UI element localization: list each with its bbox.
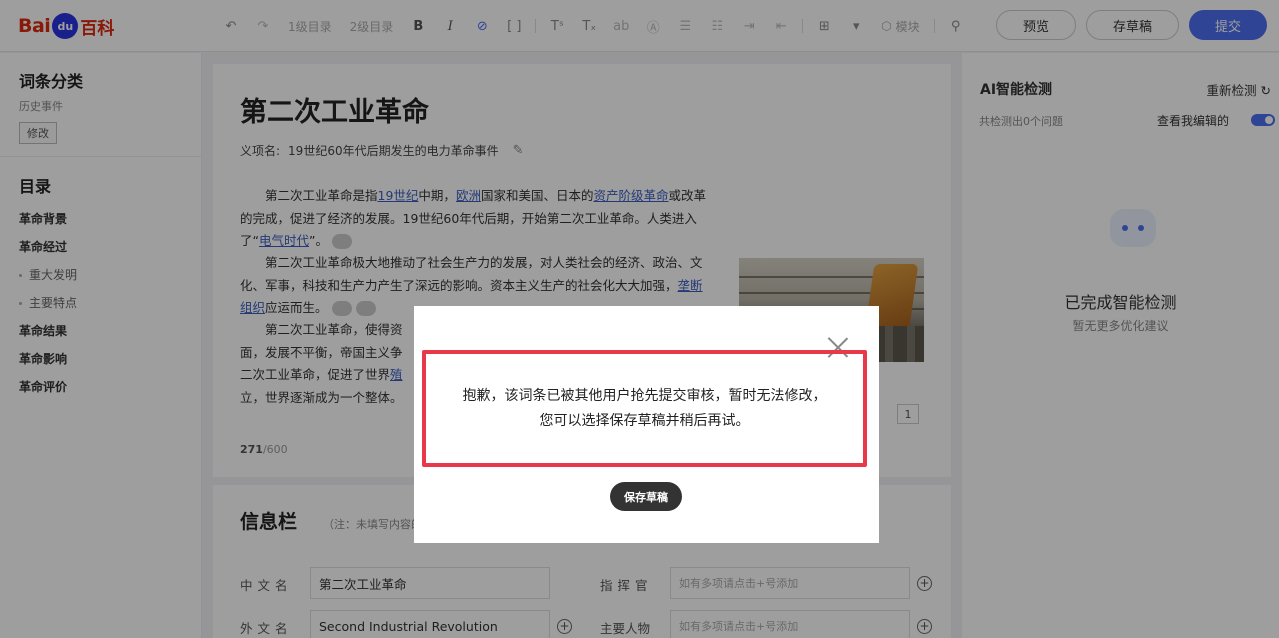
dialog-message-line-2: 您可以选择保存草稿并稍后再试。 bbox=[539, 412, 750, 429]
conflict-dialog: 抱歉，该词条已被其他用户抢先提交审核，暂时无法修改， 您可以选择保存草稿并稍后再… bbox=[414, 306, 879, 543]
dialog-message-line-1: 抱歉，该词条已被其他用户抢先提交审核，暂时无法修改， bbox=[462, 387, 827, 404]
dialog-save-draft-button[interactable]: 保存草稿 bbox=[610, 482, 682, 511]
dialog-message-box: 抱歉，该词条已被其他用户抢先提交审核，暂时无法修改， 您可以选择保存草稿并稍后再… bbox=[422, 350, 867, 467]
